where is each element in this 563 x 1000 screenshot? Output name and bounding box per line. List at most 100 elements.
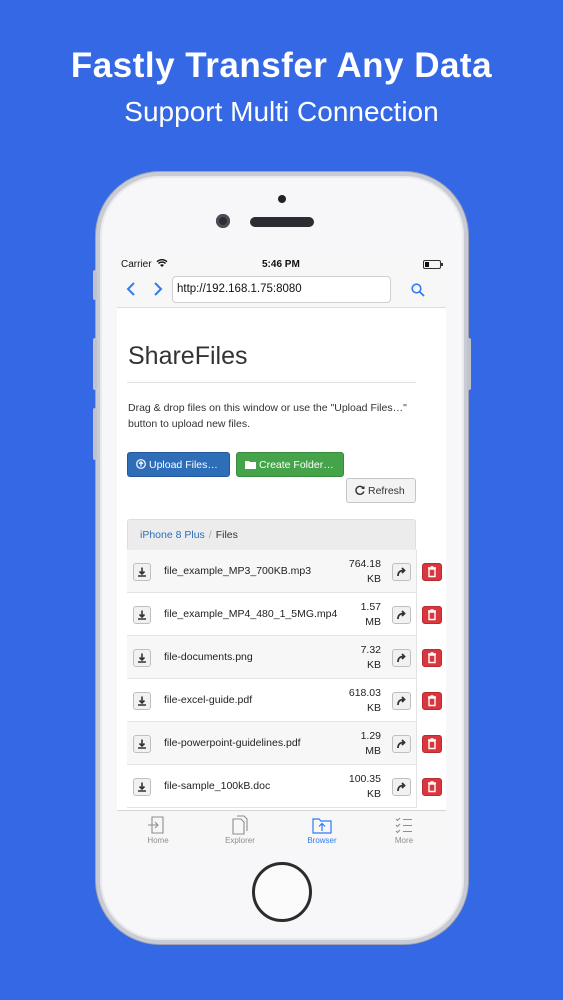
search-icon[interactable] (411, 283, 425, 297)
explorer-icon (232, 815, 248, 835)
status-time: 5:46 PM (262, 259, 300, 270)
file-size: 618.03 KB (341, 686, 381, 716)
phone-volume-down (93, 408, 97, 460)
file-size-value: 7.32 (360, 644, 381, 656)
battery-icon (423, 260, 443, 269)
phone-mute-switch (93, 270, 97, 300)
phone-volume-up (93, 338, 97, 390)
promo-subline: Support Multi Connection (124, 96, 439, 127)
breadcrumb-separator: / (208, 529, 212, 541)
file-size-unit: KB (366, 573, 381, 585)
page-title: ShareFiles (128, 342, 248, 370)
file-row: file_example_MP3_700KB.mp3 764.18 KB (127, 550, 442, 593)
tab-explorer-label: Explorer (225, 836, 255, 845)
tab-browser-label: Browser (307, 836, 337, 845)
chevron-right-icon[interactable] (153, 280, 163, 301)
tab-explorer[interactable]: Explorer (199, 813, 281, 850)
breadcrumb-current: Files (215, 529, 238, 541)
file-size-unit: KB (366, 702, 381, 714)
create-folder-label: Create Folder… (259, 459, 334, 471)
tab-browser[interactable]: Browser (281, 813, 363, 850)
promo-headline: Fastly Transfer Any Data (70, 46, 493, 85)
download-icon[interactable] (133, 692, 151, 710)
file-size-value: 618.03 (348, 687, 381, 699)
earpiece-speaker (250, 217, 314, 227)
trash-icon[interactable] (422, 735, 442, 753)
download-icon[interactable] (133, 563, 151, 581)
download-icon[interactable] (133, 649, 151, 667)
page-description: Drag & drop files on this window or use … (128, 402, 407, 430)
file-name[interactable]: file_example_MP4_480_1_5MG.mp4 (164, 608, 337, 620)
trash-icon[interactable] (422, 778, 442, 796)
tab-home-label: Home (147, 836, 169, 845)
front-camera (216, 214, 230, 228)
share-icon[interactable] (392, 778, 411, 796)
refresh-icon (355, 485, 365, 496)
file-name[interactable]: file-sample_100kB.doc (164, 780, 270, 792)
tab-home[interactable]: Home (117, 813, 199, 850)
file-name[interactable]: file-powerpoint-guidelines.pdf (164, 737, 301, 749)
status-bar: Carrier 5:46 PM (117, 256, 446, 274)
file-size-value: 1.57 (360, 601, 381, 613)
download-icon[interactable] (133, 606, 151, 624)
more-icon (395, 817, 412, 834)
trash-icon[interactable] (422, 649, 442, 667)
share-icon[interactable] (392, 563, 411, 581)
refresh-label: Refresh (368, 485, 405, 497)
share-icon[interactable] (392, 649, 411, 667)
row-divider (416, 679, 417, 722)
breadcrumb-device-link[interactable]: iPhone 8 Plus (140, 529, 205, 541)
file-size: 100.35 KB (341, 772, 381, 802)
browser-nav-bar: http://192.168.1.75:8080 (117, 274, 446, 308)
file-name[interactable]: file-excel-guide.pdf (164, 694, 252, 706)
share-icon[interactable] (392, 735, 411, 753)
download-icon[interactable] (133, 778, 151, 796)
file-size: 764.18 KB (341, 557, 381, 587)
chevron-left-icon[interactable] (126, 280, 136, 301)
file-size: 1.29 MB (341, 729, 381, 759)
file-row: file-powerpoint-guidelines.pdf 1.29 MB (127, 722, 442, 765)
phone-power-button (467, 338, 471, 390)
file-row: file-documents.png 7.32 KB (127, 636, 442, 679)
trash-icon[interactable] (422, 563, 442, 581)
phone-screen: Carrier 5:46 PM http://192.168.1.75:8080… (117, 256, 446, 850)
file-size: 7.32 KB (341, 643, 381, 673)
trash-icon[interactable] (422, 692, 442, 710)
row-divider (416, 765, 417, 808)
upload-files-button[interactable]: Upload Files… (127, 452, 230, 477)
row-divider (416, 722, 417, 765)
file-size-value: 100.35 (348, 773, 381, 785)
file-size: 1.57 MB (341, 600, 381, 630)
file-list: file_example_MP3_700KB.mp3 764.18 KB file… (127, 550, 446, 808)
download-icon[interactable] (133, 735, 151, 753)
tab-more-label: More (394, 836, 414, 845)
title-divider (127, 382, 416, 383)
file-row: file-sample_100kB.doc 100.35 KB (127, 765, 442, 808)
refresh-button[interactable]: Refresh (346, 478, 416, 503)
file-size-value: 764.18 (348, 558, 381, 570)
tab-more[interactable]: More (363, 813, 445, 850)
proximity-sensor (278, 195, 286, 203)
browser-icon (312, 818, 332, 834)
file-size-unit: KB (366, 659, 381, 671)
row-divider (416, 593, 417, 636)
file-size-unit: KB (366, 788, 381, 800)
share-icon[interactable] (392, 692, 411, 710)
file-row: file-excel-guide.pdf 618.03 KB (127, 679, 442, 722)
upload-files-label: Upload Files… (149, 459, 218, 471)
file-name[interactable]: file-documents.png (164, 651, 253, 663)
file-size-unit: MB (365, 745, 381, 757)
trash-icon[interactable] (422, 606, 442, 624)
file-size-unit: MB (365, 616, 381, 628)
file-size-value: 1.29 (360, 730, 381, 742)
url-input[interactable]: http://192.168.1.75:8080 (172, 276, 391, 303)
share-icon[interactable] (392, 606, 411, 624)
folder-icon (245, 461, 256, 469)
carrier-label: Carrier (121, 259, 152, 270)
row-divider (416, 636, 417, 679)
home-button[interactable] (252, 862, 312, 922)
create-folder-button[interactable]: Create Folder… (236, 452, 344, 477)
file-name[interactable]: file_example_MP3_700KB.mp3 (164, 565, 311, 577)
upload-circle-icon (136, 459, 146, 469)
tab-bar: Home Explorer Browser More (117, 810, 446, 850)
